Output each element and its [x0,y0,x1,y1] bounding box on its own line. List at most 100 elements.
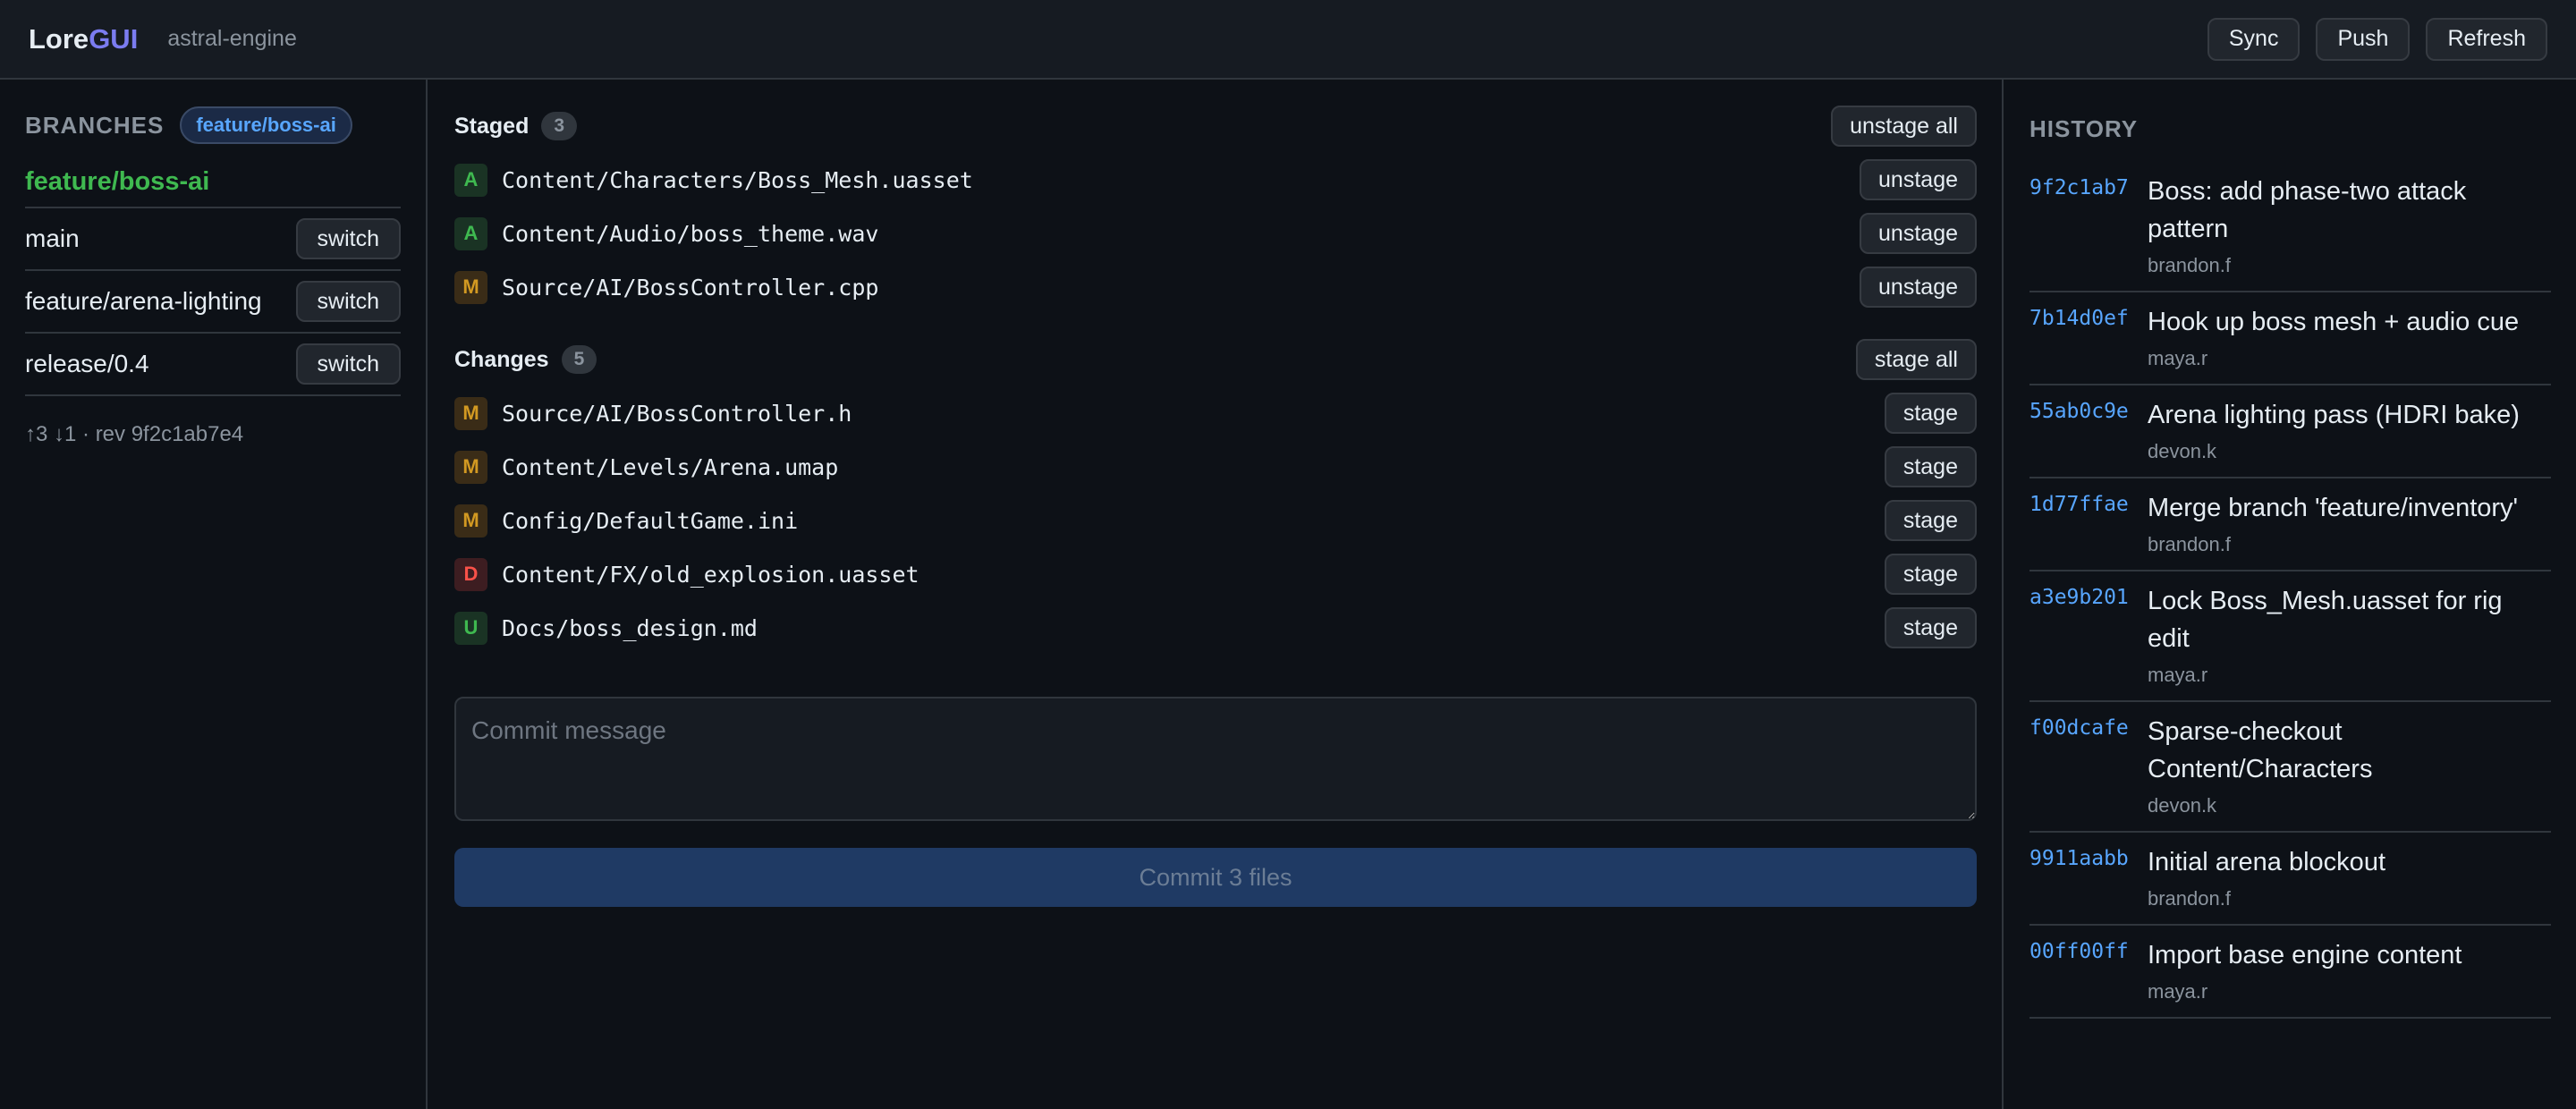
commit-author: maya.r [2148,347,2208,369]
branches-title: BRANCHES [25,111,165,139]
unstage-all-button[interactable]: unstage all [1831,106,1977,147]
changes-panel: Staged 3 unstage all A Content/Character… [429,80,2002,1109]
commit-message: Merge branch 'feature/inventory' [2148,494,2519,522]
history-item[interactable]: 9911aabb Initial arena blockout brandon.… [2029,833,2551,926]
staged-file-row: A Content/Audio/boss_theme.wav unstage [454,207,1977,260]
changed-file-row: M Source/AI/BossController.h stage [454,386,1977,440]
file-path: Source/AI/BossController.h [502,400,852,427]
staged-header: Staged 3 unstage all [454,104,1977,148]
staged-file-row: M Source/AI/BossController.cpp unstage [454,260,1977,314]
current-branch-pill: feature/boss-ai [180,106,352,144]
history-panel: HISTORY 9f2c1ab7 Boss: add phase-two att… [2002,80,2576,1109]
push-button[interactable]: Push [2316,17,2411,61]
top-bar: LoreGUI astral-engine Sync Push Refresh [0,0,2576,80]
commit-hash: 55ab0c9e [2029,400,2129,423]
changed-file-row: D Content/FX/old_explosion.uasset stage [454,547,1977,601]
commit-author: brandon.f [2148,533,2231,555]
commit-hash: 9f2c1ab7 [2029,176,2129,199]
commit-author: devon.k [2148,794,2217,817]
file-status-badge: D [454,557,487,591]
top-actions: Sync Push Refresh [2207,17,2547,61]
stage-button[interactable]: stage [1884,446,1977,487]
unstage-button[interactable]: unstage [1860,159,1977,200]
commit-details: Sparse-checkout Content/Characters devon… [2148,713,2551,819]
staged-title: Staged [454,113,530,139]
history-item[interactable]: f00dcafe Sparse-checkout Content/Charact… [2029,702,2551,833]
unstage-button[interactable]: unstage [1860,213,1977,254]
app-name-accent: GUI [89,22,139,55]
stage-all-button[interactable]: stage all [1855,339,1977,380]
history-header: HISTORY [2029,110,2551,148]
changed-file-row: M Content/Levels/Arena.umap stage [454,440,1977,494]
commit-hash: 7b14d0ef [2029,307,2129,330]
commit-message: Import base engine content [2148,941,2462,969]
commit-message: Arena lighting pass (HDRI bake) [2148,401,2520,429]
changed-file-row: U Docs/boss_design.md stage [454,601,1977,655]
changes-count-badge: 5 [561,345,597,374]
branches-panel: BRANCHES feature/boss-ai feature/boss-ai… [0,80,428,1109]
sync-button[interactable]: Sync [2207,17,2301,61]
history-item[interactable]: 9f2c1ab7 Boss: add phase-two attack patt… [2029,162,2551,292]
file-path: Config/DefaultGame.ini [502,507,799,534]
commit-message: Lock Boss_Mesh.uasset for rig edit [2148,587,2503,653]
commit-hash: 9911aabb [2029,847,2129,870]
file-path: Source/AI/BossController.cpp [502,274,879,301]
commit-hash: 1d77ffae [2029,493,2129,516]
stage-button[interactable]: stage [1884,393,1977,434]
file-status-badge: M [454,450,487,484]
changes-title: Changes [454,346,549,372]
file-path: Docs/boss_design.md [502,614,758,641]
commit-message: Initial arena blockout [2148,848,2385,876]
branch-name: main [25,224,80,252]
commit-author: brandon.f [2148,254,2231,276]
history-list: 9f2c1ab7 Boss: add phase-two attack patt… [2029,162,2551,1019]
commit-details: Boss: add phase-two attack pattern brand… [2148,173,2551,279]
branch-name: release/0.4 [25,350,149,377]
file-status-badge: A [454,216,487,250]
branch-row-release: release/0.4 switch [25,334,401,396]
branch-row-main: main switch [25,208,401,271]
commit-author: maya.r [2148,980,2208,1003]
file-path: Content/Audio/boss_theme.wav [502,220,879,247]
file-path: Content/FX/old_explosion.uasset [502,561,919,588]
file-status-badge: M [454,396,487,430]
refresh-button[interactable]: Refresh [2426,17,2547,61]
app-logo: LoreGUI [29,23,138,55]
history-item[interactable]: 7b14d0ef Hook up boss mesh + audio cue m… [2029,292,2551,385]
switch-branch-button[interactable]: switch [295,343,401,385]
commit-hash: 00ff00ff [2029,940,2129,963]
history-item[interactable]: 1d77ffae Merge branch 'feature/inventory… [2029,478,2551,571]
switch-branch-button[interactable]: switch [295,281,401,322]
changed-file-row: M Config/DefaultGame.ini stage [454,494,1977,547]
staged-list: A Content/Characters/Boss_Mesh.uasset un… [454,153,1977,314]
commit-hash: a3e9b201 [2029,586,2129,609]
commit-details: Import base engine content maya.r [2148,936,2551,1005]
changes-list: M Source/AI/BossController.h stage M Con… [454,386,1977,655]
commit-author: devon.k [2148,440,2217,462]
branch-name: feature/arena-lighting [25,287,262,315]
staged-count-badge: 3 [541,112,578,140]
commit-button[interactable]: Commit 3 files [454,848,1977,907]
history-title: HISTORY [2029,114,2139,142]
stage-button[interactable]: stage [1884,500,1977,541]
stage-button[interactable]: stage [1884,554,1977,595]
commit-author: brandon.f [2148,887,2231,910]
commit-details: Hook up boss mesh + audio cue maya.r [2148,303,2551,372]
file-path: Content/Characters/Boss_Mesh.uasset [502,166,973,193]
file-status-badge: M [454,504,487,538]
history-item[interactable]: 55ab0c9e Arena lighting pass (HDRI bake)… [2029,385,2551,478]
history-item[interactable]: 00ff00ff Import base engine content maya… [2029,926,2551,1019]
file-status-badge: A [454,163,487,197]
switch-branch-button[interactable]: switch [295,218,401,259]
history-item[interactable]: a3e9b201 Lock Boss_Mesh.uasset for rig e… [2029,571,2551,702]
file-status-badge: U [454,611,487,645]
stage-button[interactable]: stage [1884,607,1977,648]
unstage-button[interactable]: unstage [1860,267,1977,308]
commit-message: Hook up boss mesh + audio cue [2148,308,2520,336]
revision-info: ↑3 ↓1 · rev 9f2c1ab7e4 [25,422,244,446]
commit-message-input[interactable] [454,697,1977,821]
commit-hash: f00dcafe [2029,716,2129,740]
commit-message: Boss: add phase-two attack pattern [2148,177,2467,243]
branches-header: BRANCHES feature/boss-ai [25,104,401,147]
repo-name: astral-engine [167,26,297,51]
